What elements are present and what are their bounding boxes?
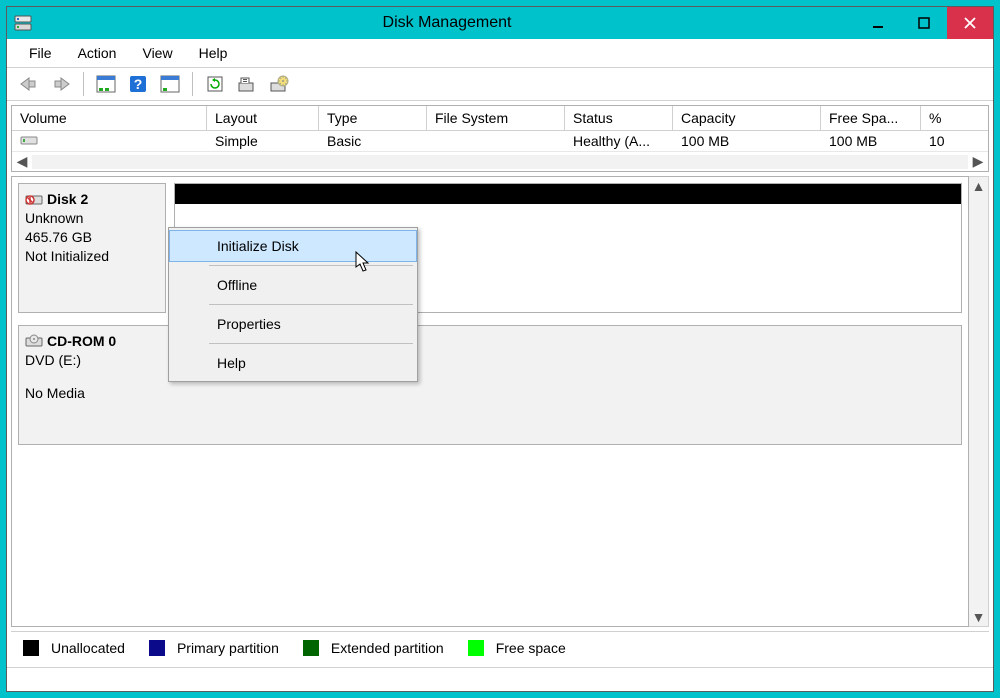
cell-type: Basic	[319, 131, 427, 151]
menu-help[interactable]: Help	[187, 41, 240, 65]
help-icon[interactable]: ?	[126, 72, 150, 96]
disk-name: Disk 2	[47, 190, 88, 209]
cell-capacity: 100 MB	[673, 131, 821, 151]
legend-freespace: Free space	[496, 640, 566, 656]
col-filesystem[interactable]: File System	[427, 106, 565, 130]
disk-kind: Unknown	[25, 209, 159, 228]
col-volume[interactable]: Volume	[12, 106, 207, 130]
toolbar-divider	[83, 72, 84, 96]
swatch-unallocated	[23, 640, 39, 656]
window-buttons	[855, 7, 993, 39]
maximize-button[interactable]	[901, 7, 947, 39]
forward-button[interactable]	[49, 72, 73, 96]
show-hide-console-tree-icon[interactable]	[94, 72, 118, 96]
swatch-primary	[149, 640, 165, 656]
toolbar-divider	[192, 72, 193, 96]
unallocated-bar	[175, 184, 961, 204]
cdrom-row[interactable]: CD-ROM 0 DVD (E:) No Media	[18, 325, 962, 445]
menubar: File Action View Help	[7, 39, 993, 67]
cdrom-media: No Media	[25, 384, 955, 403]
disk-state: Not Initialized	[25, 247, 159, 266]
col-layout[interactable]: Layout	[207, 106, 319, 130]
disk-2-info[interactable]: Disk 2 Unknown 465.76 GB Not Initialized	[18, 183, 166, 313]
disk-management-window: Disk Management File Action View Help ? …	[6, 6, 994, 692]
swatch-freespace	[468, 640, 484, 656]
menu-view[interactable]: View	[130, 41, 184, 65]
volume-list: Volume Layout Type File System Status Ca…	[11, 105, 989, 172]
menu-separator	[209, 343, 413, 344]
legend-unallocated: Unallocated	[51, 640, 125, 656]
svg-text:?: ?	[134, 76, 143, 92]
menu-action[interactable]: Action	[66, 41, 129, 65]
disk-2-row[interactable]: Disk 2 Unknown 465.76 GB Not Initialized	[18, 183, 962, 313]
col-percent[interactable]: %	[921, 106, 951, 130]
cdrom-info[interactable]: CD-ROM 0 DVD (E:) No Media	[18, 325, 962, 445]
col-type[interactable]: Type	[319, 106, 427, 130]
cdrom-icon	[25, 334, 43, 348]
legend-extended: Extended partition	[331, 640, 444, 656]
scroll-down-icon[interactable]: ▼	[969, 608, 988, 626]
scroll-right-icon[interactable]: ▶	[968, 153, 988, 170]
app-icon	[13, 13, 33, 33]
cell-status: Healthy (A...	[565, 131, 673, 151]
toolbar: ?	[7, 67, 993, 101]
scroll-up-icon[interactable]: ▲	[969, 177, 988, 195]
legend-primary: Primary partition	[177, 640, 279, 656]
context-menu: Initialize Disk Offline Properties Help	[168, 227, 418, 382]
cell-free: 100 MB	[821, 131, 921, 151]
swatch-extended	[303, 640, 319, 656]
cdrom-name: CD-ROM 0	[47, 332, 116, 351]
scroll-left-icon[interactable]: ◀	[12, 153, 32, 170]
col-capacity[interactable]: Capacity	[673, 106, 821, 130]
col-status[interactable]: Status	[565, 106, 673, 130]
volume-icon	[12, 131, 207, 151]
rescan-disks-icon[interactable]	[235, 72, 259, 96]
back-button[interactable]	[17, 72, 41, 96]
menu-file[interactable]: File	[17, 41, 64, 65]
statusbar	[7, 667, 993, 691]
menu-separator	[209, 265, 413, 266]
more-actions-icon[interactable]	[267, 72, 291, 96]
menu-help[interactable]: Help	[169, 347, 417, 379]
volume-row[interactable]: Simple Basic Healthy (A... 100 MB 100 MB…	[12, 131, 988, 151]
window-title: Disk Management	[39, 14, 855, 32]
menu-properties[interactable]: Properties	[169, 308, 417, 340]
settings-view-icon[interactable]	[158, 72, 182, 96]
menu-initialize-disk[interactable]: Initialize Disk	[169, 230, 417, 262]
horizontal-scrollbar[interactable]: ◀ ▶	[12, 151, 988, 171]
menu-offline[interactable]: Offline	[169, 269, 417, 301]
cell-fs	[427, 131, 565, 151]
cell-layout: Simple	[207, 131, 319, 151]
disk-error-icon	[25, 192, 43, 206]
disk-size: 465.76 GB	[25, 228, 159, 247]
cdrom-drive: DVD (E:)	[25, 351, 955, 370]
close-button[interactable]	[947, 7, 993, 39]
cell-pct: 10	[921, 131, 951, 151]
menu-separator	[209, 304, 413, 305]
minimize-button[interactable]	[855, 7, 901, 39]
titlebar[interactable]: Disk Management	[7, 7, 993, 39]
legend: Unallocated Primary partition Extended p…	[11, 631, 989, 663]
disk-graphical-view: Disk 2 Unknown 465.76 GB Not Initialized…	[11, 176, 989, 627]
scroll-track[interactable]	[32, 155, 968, 169]
vertical-scrollbar[interactable]: ▲ ▼	[969, 176, 989, 627]
col-freespace[interactable]: Free Spa...	[821, 106, 921, 130]
volume-list-header: Volume Layout Type File System Status Ca…	[12, 106, 988, 131]
disk-content: Disk 2 Unknown 465.76 GB Not Initialized…	[11, 176, 969, 627]
refresh-icon[interactable]	[203, 72, 227, 96]
